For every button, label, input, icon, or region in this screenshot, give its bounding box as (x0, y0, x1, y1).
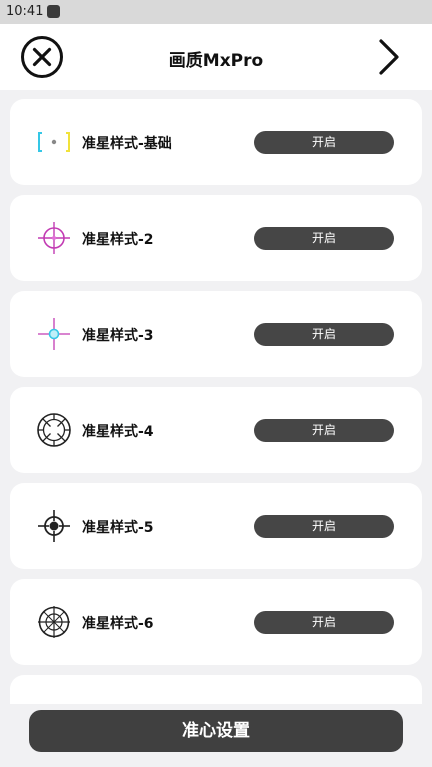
crosshair-list[interactable]: 准星样式-基础 开启 准星样式-2 开启 准星样式-3 开启 准星样式-4 开启… (10, 99, 422, 704)
crosshair-settings-button[interactable]: 准心设置 (29, 710, 403, 752)
page-title: 画质MxPro (168, 51, 264, 71)
status-bar: 10:41 (0, 0, 432, 24)
header: 画质MxPro (0, 24, 432, 90)
crosshair-style-6-icon (38, 606, 70, 638)
crosshair-label: 准星样式-基础 (82, 136, 172, 152)
crosshair-style-4-icon (37, 413, 71, 447)
notification-icon (47, 5, 60, 18)
crosshair-card-2: 准星样式-2 开启 (10, 195, 422, 281)
crosshair-partial-icon (36, 700, 72, 704)
enable-button[interactable]: 开启 (254, 515, 394, 538)
crosshair-card-basic: 准星样式-基础 开启 (10, 99, 422, 185)
crosshair-label: 准星样式-6 (82, 616, 154, 632)
crosshair-basic-icon (38, 132, 70, 152)
crosshair-style-5-icon (38, 510, 70, 542)
crosshair-style-3-icon (38, 318, 70, 350)
crosshair-card-6: 准星样式-6 开启 (10, 579, 422, 665)
crosshair-card-3: 准星样式-3 开启 (10, 291, 422, 377)
enable-button[interactable]: 开启 (254, 419, 394, 442)
crosshair-label: 准星样式-4 (82, 424, 154, 440)
crosshair-label: 准星样式-3 (82, 328, 154, 344)
crosshair-style-2-icon (38, 222, 70, 254)
enable-button[interactable]: 开启 (254, 611, 394, 634)
enable-button[interactable]: 开启 (254, 323, 394, 346)
crosshair-label: 准星样式-2 (82, 232, 154, 248)
crosshair-card-4: 准星样式-4 开启 (10, 387, 422, 473)
crosshair-label: 准星样式-5 (82, 520, 154, 536)
next-button[interactable] (372, 38, 406, 76)
crosshair-card-partial (10, 675, 422, 704)
status-time: 10:41 (6, 4, 44, 19)
crosshair-card-5: 准星样式-5 开启 (10, 483, 422, 569)
chevron-right-icon (379, 39, 399, 75)
enable-button[interactable]: 开启 (254, 227, 394, 250)
enable-button[interactable]: 开启 (254, 131, 394, 154)
